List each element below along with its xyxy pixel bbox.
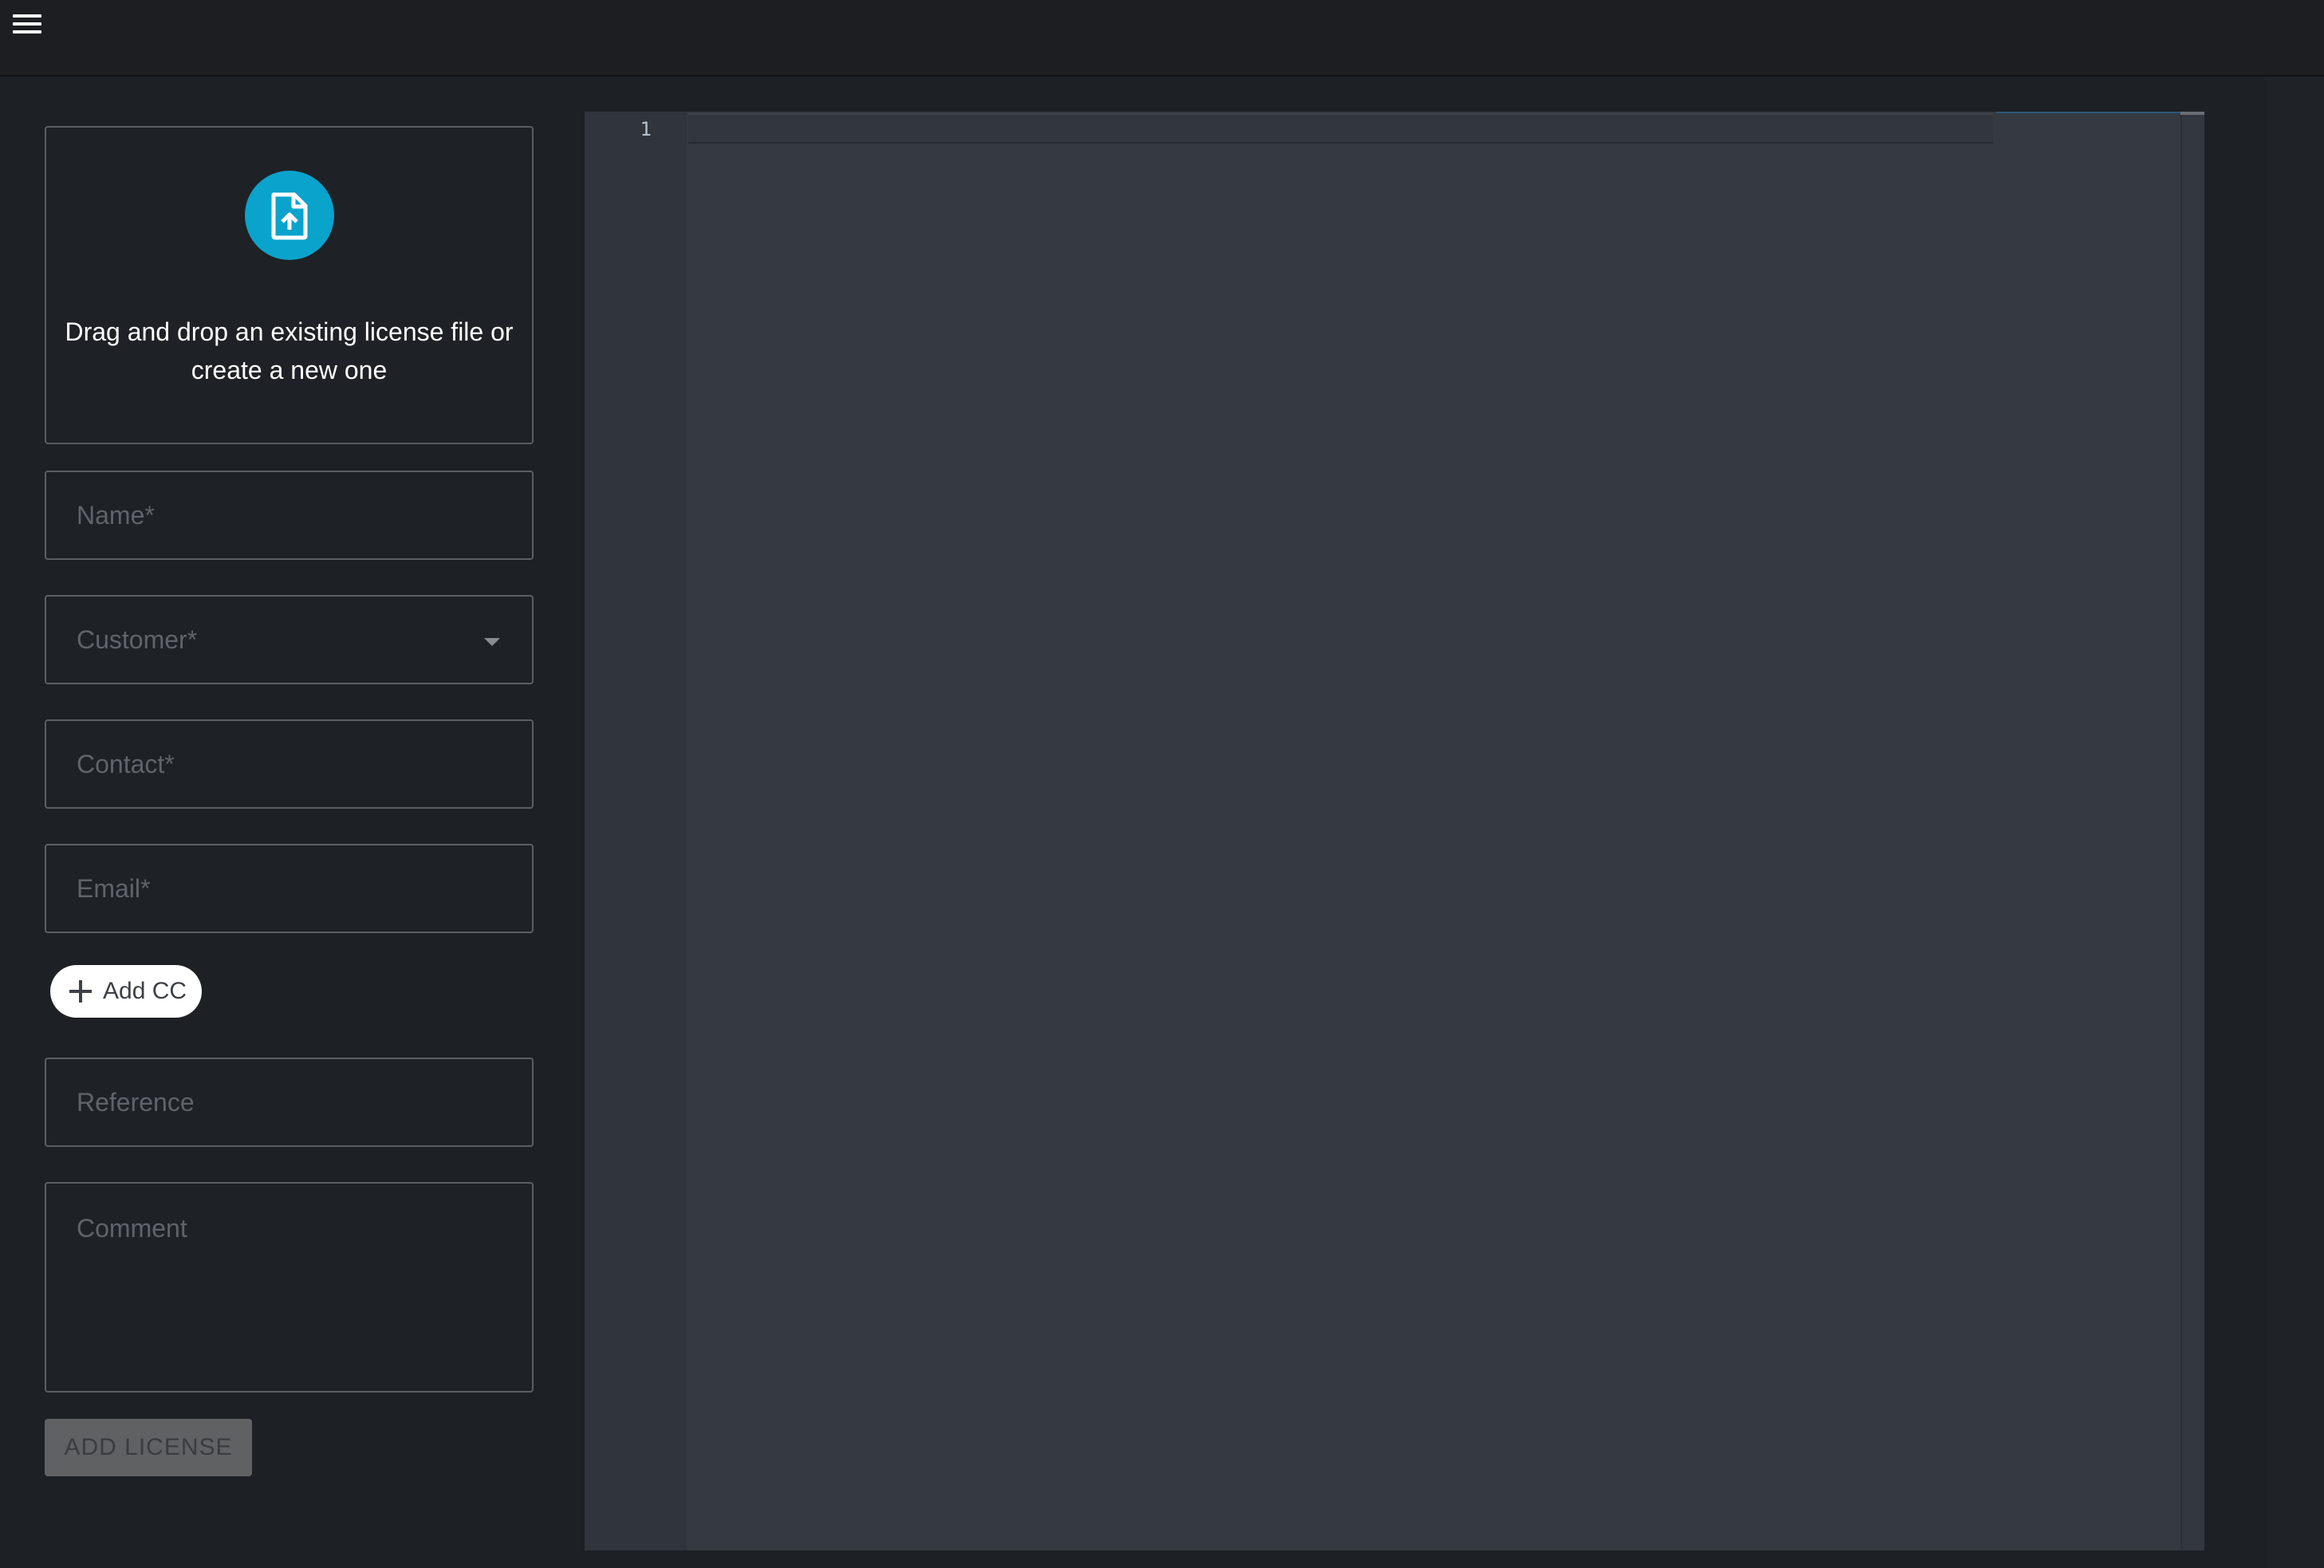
email-field[interactable]	[45, 844, 534, 933]
line-number: 1	[640, 118, 652, 140]
contact-field[interactable]	[45, 719, 534, 809]
editor-scrollbar[interactable]	[2180, 112, 2204, 1550]
top-app-bar	[0, 0, 2324, 77]
comment-field[interactable]	[45, 1182, 534, 1393]
add-cc-label: Add CC	[103, 978, 187, 1004]
editor-overview-ruler	[1996, 112, 2204, 113]
editor-current-line[interactable]	[688, 113, 1993, 144]
reference-field[interactable]	[45, 1058, 534, 1147]
name-field[interactable]	[45, 471, 534, 560]
customer-select[interactable]: Customer*	[45, 595, 534, 684]
plus-icon	[69, 980, 92, 1003]
dropdown-arrow-icon	[484, 638, 500, 646]
license-file-dropzone[interactable]: Drag and drop an existing license file o…	[45, 126, 534, 444]
editor-line-gutter: 1	[585, 112, 687, 1550]
add-license-button[interactable]: ADD LICENSE	[45, 1419, 252, 1476]
customer-select-placeholder[interactable]: Customer*	[46, 597, 532, 683]
email-input[interactable]	[46, 845, 532, 932]
reference-input[interactable]	[46, 1059, 532, 1145]
right-gutter	[2265, 77, 2324, 1568]
file-upload-icon	[245, 171, 334, 260]
code-editor[interactable]: 1	[585, 112, 2204, 1550]
comment-textarea[interactable]	[46, 1184, 532, 1391]
hamburger-menu-icon[interactable]	[8, 10, 46, 38]
editor-scrollbar-thumb[interactable]	[2180, 112, 2204, 115]
contact-input[interactable]	[46, 721, 532, 807]
dropzone-instructions: Drag and drop an existing license file o…	[65, 317, 514, 384]
add-cc-button[interactable]: Add CC	[50, 965, 202, 1018]
name-input[interactable]	[46, 472, 532, 558]
